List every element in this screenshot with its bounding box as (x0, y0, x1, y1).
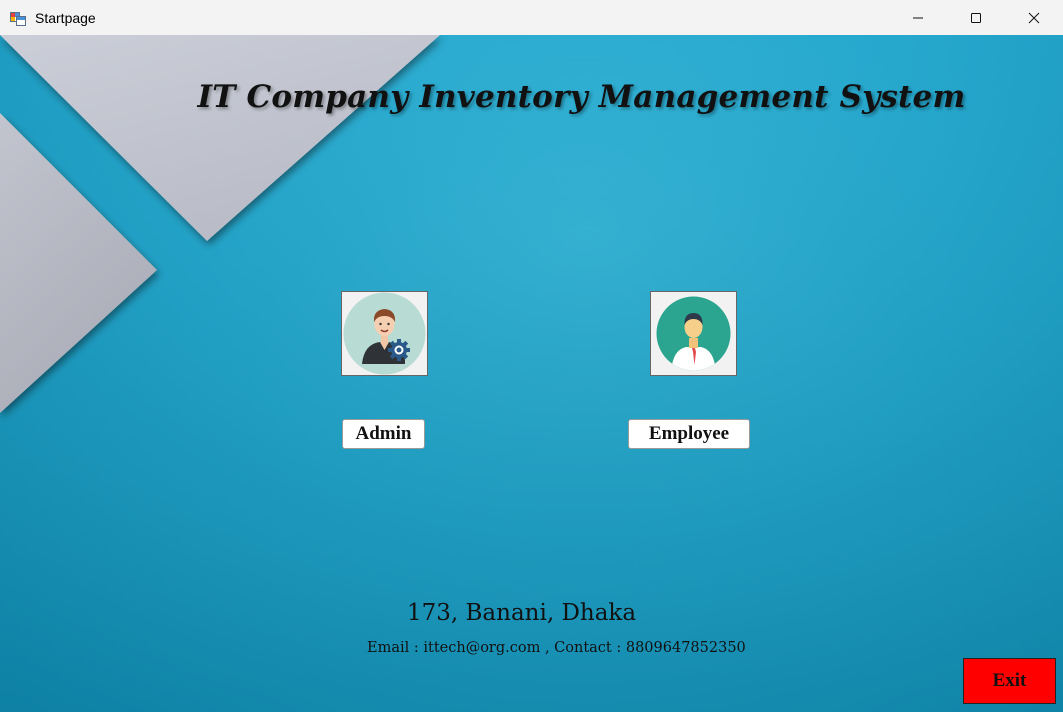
window-title: Startpage (35, 9, 96, 26)
admin-button[interactable]: Admin (342, 419, 425, 449)
window-controls (889, 0, 1063, 35)
client-area: IT Company Inventory Management System A… (0, 35, 1063, 712)
app-icon (10, 10, 26, 26)
minimize-icon (913, 17, 923, 18)
company-contact: Email : ittech@org.com , Contact : 88096… (367, 640, 746, 656)
minimize-button[interactable] (889, 0, 947, 35)
close-icon (1028, 12, 1040, 23)
admin-avatar (341, 291, 428, 376)
title-bar: Startpage (0, 0, 1063, 35)
exit-button[interactable]: Exit (963, 658, 1056, 704)
app-title: IT Company Inventory Management System (197, 79, 966, 115)
admin-user-gear-icon (343, 292, 426, 375)
close-button[interactable] (1005, 0, 1063, 35)
employee-button[interactable]: Employee (628, 419, 750, 449)
maximize-button[interactable] (947, 0, 1005, 35)
startpage-window: Startpage IT Company Inventory Managemen… (0, 0, 1063, 712)
company-address: 173, Banani, Dhaka (407, 600, 637, 626)
maximize-icon (971, 12, 981, 23)
employee-user-icon (656, 296, 731, 371)
employee-avatar (650, 291, 737, 376)
